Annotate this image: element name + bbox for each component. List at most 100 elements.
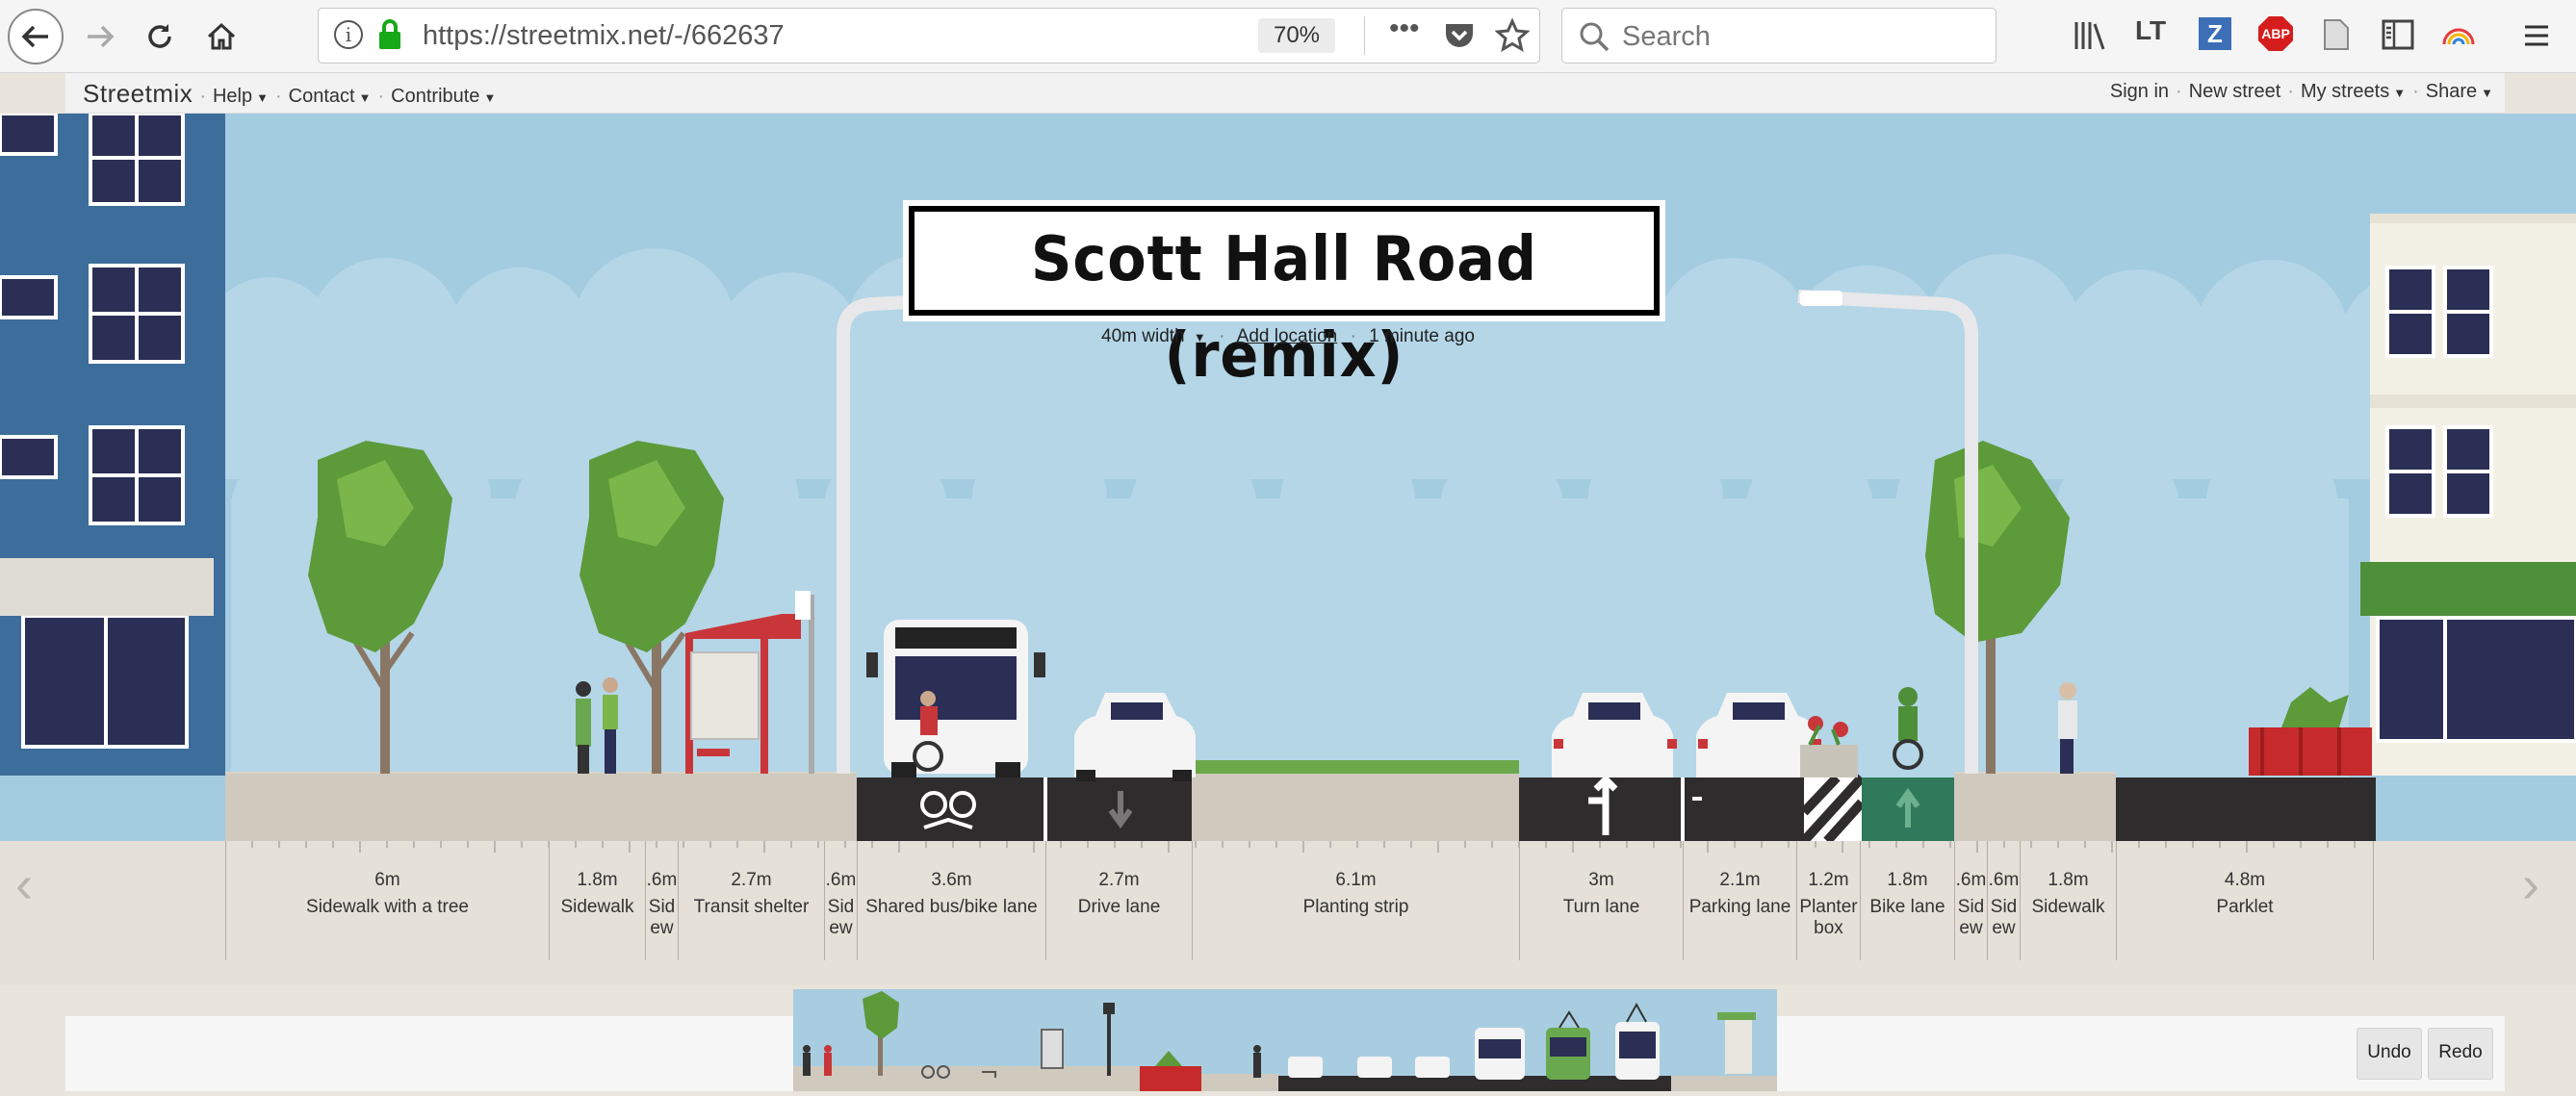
segment-name: Sidew (648, 897, 676, 938)
pocket-icon[interactable] (1443, 20, 1476, 51)
lock-icon (379, 19, 400, 49)
segment-name: Sidew (827, 897, 855, 938)
forward-button[interactable] (73, 10, 127, 64)
reload-icon (148, 24, 171, 48)
url-bar[interactable]: i https://streetmix.net/-/662637 70% ••• (318, 8, 1540, 64)
chevron-down-icon: ▼ (483, 90, 497, 105)
segment-sidewalk-narrow[interactable]: .6m Sidew (1954, 841, 1987, 960)
palette-bike-rack[interactable] (909, 1065, 966, 1091)
palette-strip[interactable] (793, 989, 1777, 1091)
menu-share[interactable]: Share (2426, 81, 2477, 102)
palette-newspaper-box[interactable] (1024, 1029, 1082, 1091)
segment-turn-lane[interactable]: 3m Turn lane (1519, 841, 1683, 960)
zotero-icon[interactable]: Z (2199, 17, 2231, 50)
street-title[interactable]: Scott Hall Road (remix) (944, 212, 1625, 404)
streetmix-logo[interactable]: Streetmix (83, 79, 193, 108)
segment-width: .6m (1955, 870, 1987, 890)
segment-shared-bus-bike-lane[interactable]: 3.6m Shared bus/bike lane (857, 841, 1045, 960)
street-name-sign[interactable]: Scott Hall Road (remix) (909, 206, 1660, 392)
scroll-right-icon[interactable]: › (2522, 854, 2539, 914)
segment-sidewalk-narrow[interactable]: .6m Sidew (824, 841, 857, 960)
menu-right: Sign in · New street · My streets ▼ · Share ▼ (2109, 81, 2493, 102)
menu-icon[interactable] (2522, 21, 2551, 50)
more-actions-icon[interactable]: ••• (1389, 13, 1420, 45)
search-icon (1580, 22, 1610, 52)
segment-width: 1.8m (2048, 870, 2089, 890)
segment-parking-lane[interactable]: 2.1m Parking lane (1683, 841, 1796, 960)
segment-width: 6m (374, 870, 400, 890)
segment-labels: 6m Sidewalk with a tree 1.8m Sidewalk .6m S… (0, 841, 2576, 985)
street-meta: 40m width ▼ · Add location · 1 minute ag… (1101, 326, 1475, 346)
palette-light-rail[interactable] (1533, 1010, 1602, 1091)
undo-button[interactable]: Undo (2357, 1028, 2422, 1080)
redo-button[interactable]: Redo (2428, 1028, 2493, 1080)
segment-name: Drive lane (1077, 897, 1161, 917)
chevron-down-icon: ▼ (2393, 86, 2407, 100)
rainbow-icon[interactable] (2441, 23, 2476, 48)
segment-name: Planter box (1799, 897, 1858, 938)
menu-left: Streetmix · Help ▼ · Contact ▼ · Contribute ▼ (83, 79, 497, 108)
segment-sidewalk-with-tree[interactable]: 6m Sidewalk with a tree (225, 841, 549, 960)
segment-sidewalk-narrow[interactable]: .6m Sidew (645, 841, 678, 960)
home-button[interactable] (194, 10, 248, 64)
palette-streetcar[interactable] (1602, 1002, 1671, 1091)
menu-help[interactable]: Help (213, 86, 252, 107)
menu-my-streets[interactable]: My streets (2301, 81, 2389, 102)
palette-bus[interactable] (1463, 1028, 1533, 1091)
menu-sign-in[interactable]: Sign in (2110, 81, 2169, 102)
palette-sidewalk[interactable] (793, 1045, 851, 1091)
scroll-left-icon[interactable]: ‹ (15, 854, 33, 914)
segment-width: 6.1m (1335, 870, 1377, 890)
bookmark-star-icon[interactable] (1495, 18, 1530, 53)
palette-parking[interactable] (1201, 1074, 1240, 1091)
segment-drive-lane[interactable]: 2.7m Drive lane (1045, 841, 1192, 960)
url-divider (1364, 16, 1365, 55)
palette-transit-shelter[interactable] (1671, 1012, 1777, 1091)
palette-car-3[interactable] (1405, 1057, 1463, 1091)
segment-sidewalk-narrow[interactable]: .6m Sidew (1987, 841, 2020, 960)
segment-planting-strip[interactable]: 6.1m Planting strip (1192, 841, 1519, 960)
left-building (0, 114, 225, 776)
languagetool-icon[interactable]: LT (2135, 15, 2166, 46)
palette-car-2[interactable] (1348, 1057, 1405, 1091)
palette-lamp[interactable] (1082, 1003, 1140, 1091)
segment-sidewalk[interactable]: 1.8m Sidewalk (2020, 841, 2116, 960)
segment-planter-box[interactable]: 1.2m Planter box (1796, 841, 1860, 960)
chevron-down-icon: ▼ (2481, 86, 2493, 100)
segment-transit-shelter[interactable]: 2.7m Transit shelter (678, 841, 824, 960)
zoom-indicator[interactable]: 70% (1258, 18, 1335, 53)
reload-button[interactable] (133, 10, 187, 64)
menu-contribute[interactable]: Contribute (391, 86, 479, 107)
segment-width: 4.8m (2224, 870, 2266, 890)
add-location-link[interactable]: Add location (1237, 326, 1338, 346)
menu-contact[interactable]: Contact (289, 86, 355, 107)
chevron-down-icon[interactable]: ▼ (1194, 330, 1206, 344)
back-button[interactable] (8, 9, 64, 64)
segment-name: Sidewalk (2031, 897, 2105, 917)
search-bar[interactable]: Search (1561, 8, 1996, 64)
segment-parklet[interactable]: 4.8m Parklet (2116, 841, 2374, 960)
segment-name: Turn lane (1562, 897, 1640, 917)
palette-tree[interactable] (851, 991, 909, 1091)
palette-pedestrian[interactable] (1240, 1045, 1278, 1091)
adblock-icon[interactable]: ABP (2258, 16, 2293, 51)
reader-icon[interactable] (2322, 17, 2351, 52)
segment-width: 2.7m (731, 870, 772, 890)
search-input[interactable]: Search (1622, 21, 1711, 53)
arrow-right-icon (88, 25, 115, 48)
segment-sidewalk[interactable]: 1.8m Sidewalk (549, 841, 645, 960)
segment-bike-lane[interactable]: 1.8m Bike lane (1860, 841, 1954, 960)
sidebar-icon[interactable] (2382, 19, 2414, 50)
chevron-down-icon: ▼ (358, 90, 372, 105)
segment-width: 1.8m (1887, 870, 1928, 890)
info-icon[interactable]: i (334, 20, 363, 49)
adblock-label: ABP (2261, 26, 2290, 41)
palette-bench[interactable] (966, 1066, 1024, 1091)
palette-planter[interactable] (1140, 1051, 1201, 1091)
segment-name: Parking lane (1688, 897, 1791, 917)
palette-car-1[interactable] (1278, 1057, 1348, 1091)
segment-width: 3m (1588, 870, 1614, 890)
library-icon[interactable] (2074, 19, 2108, 52)
menu-new-street[interactable]: New street (2189, 81, 2281, 102)
street-width[interactable]: 40m width (1101, 326, 1185, 346)
